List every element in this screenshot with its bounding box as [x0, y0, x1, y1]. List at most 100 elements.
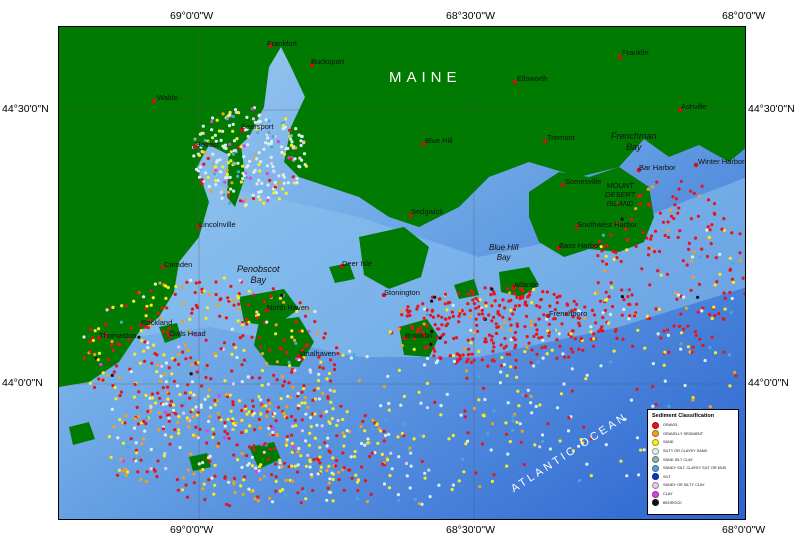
sample-point: [430, 299, 434, 303]
sample-point: [166, 385, 170, 389]
sample-point: [412, 347, 416, 351]
sample-point: [319, 360, 323, 364]
sample-point: [317, 372, 321, 376]
sample-point: [247, 410, 251, 414]
sample-point: [146, 409, 150, 414]
sample-point: [677, 187, 681, 191]
sample-point: [530, 348, 534, 352]
place-frenchboro: Frenchboro: [549, 309, 588, 318]
sample-point: [443, 292, 447, 296]
sample-point: [330, 417, 334, 421]
sample-point: [291, 175, 295, 179]
sample-point: [417, 390, 421, 394]
sample-point: [484, 304, 488, 308]
sample-point: [274, 489, 278, 493]
sample-point: [326, 436, 330, 440]
sample-point: [245, 115, 249, 119]
sample-point: [511, 312, 515, 316]
sample-point: [650, 185, 655, 189]
sample-point: [458, 354, 462, 358]
sample-point: [208, 459, 212, 463]
sample-point: [465, 439, 470, 443]
place-owls-head: Owls Head: [169, 329, 206, 338]
sample-point: [636, 328, 640, 332]
sample-point: [233, 108, 238, 112]
sample-point: [666, 220, 670, 224]
sample-point: [252, 196, 256, 201]
sample-point: [309, 472, 313, 477]
sample-point: [118, 393, 122, 398]
sample-point: [494, 322, 498, 326]
sample-point: [202, 289, 206, 293]
sample-point: [654, 229, 658, 233]
sample-point: [514, 358, 518, 362]
sample-point: [550, 348, 554, 352]
sample-point: [168, 377, 172, 381]
sample-point: [177, 345, 181, 349]
sample-point: [651, 404, 655, 408]
sample-point: [712, 305, 716, 309]
sample-point: [691, 345, 695, 349]
sample-point: [425, 312, 429, 317]
sample-point: [185, 416, 189, 420]
sample-point: [678, 324, 682, 328]
sample-point: [163, 372, 167, 376]
sample-point: [185, 495, 190, 499]
sample-point: [192, 393, 196, 397]
sample-point: [164, 380, 168, 384]
sample-point: [451, 314, 455, 318]
sample-point: [472, 406, 476, 410]
place-deer-isle: Deer Isle: [342, 259, 373, 268]
sample-point: [219, 347, 223, 351]
sample-point: [225, 184, 229, 189]
sample-point: [715, 280, 719, 284]
sample-point: [174, 284, 178, 289]
sample-point: [538, 403, 542, 407]
sample-point: [294, 341, 298, 345]
sample-point: [470, 352, 474, 356]
sample-point: [284, 443, 288, 447]
sample-point: [242, 155, 246, 159]
sample-point: [231, 421, 236, 426]
sample-point: [289, 143, 294, 147]
sample-point: [223, 429, 227, 433]
town-marker: [151, 98, 157, 104]
sample-point: [169, 399, 173, 403]
sample-point: [379, 404, 383, 408]
sample-point: [708, 228, 712, 232]
sample-point: [265, 414, 269, 418]
legend-swatch: [652, 430, 659, 438]
sample-point: [408, 486, 412, 490]
sample-point: [326, 486, 330, 490]
sample-point: [225, 432, 230, 436]
sample-point: [566, 429, 571, 433]
sample-point: [173, 358, 177, 362]
sample-point: [205, 306, 210, 310]
sample-point: [302, 152, 307, 156]
sample-point: [689, 189, 693, 193]
sample-point: [596, 281, 600, 285]
sample-point: [585, 462, 589, 466]
sample-point: [706, 225, 710, 229]
sample-point: [601, 311, 605, 315]
sample-point: [628, 314, 632, 318]
sample-point: [262, 201, 266, 205]
sample-point: [239, 484, 243, 488]
sample-point: [124, 304, 128, 308]
sample-point: [482, 414, 486, 418]
sample-point: [101, 378, 105, 382]
sample-point: [235, 137, 239, 141]
sample-point: [316, 438, 321, 443]
sample-point: [273, 185, 277, 189]
sample-point: [280, 465, 284, 469]
sample-point: [299, 501, 303, 505]
sample-point: [231, 122, 235, 126]
sample-point: [723, 296, 727, 300]
sample-point: [165, 390, 169, 394]
sample-point: [107, 435, 111, 439]
sample-point: [266, 382, 270, 386]
sample-point: [649, 237, 653, 241]
sample-point: [142, 295, 146, 299]
sample-point: [645, 236, 649, 240]
map-area[interactable]: MAINE ATLANTIC OCEAN Frankfort Bucksport…: [58, 26, 746, 520]
